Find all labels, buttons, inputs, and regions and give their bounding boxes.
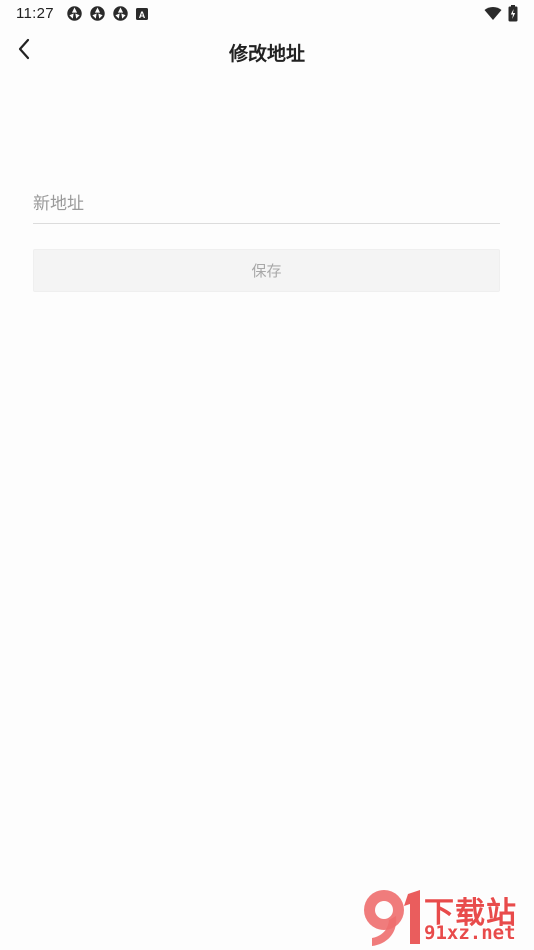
a-box-icon: A	[135, 7, 149, 21]
aperture-icon	[112, 5, 129, 22]
screen: 11:27 A 修改地址 新地址 保存 下载站 91xz.net	[0, 0, 534, 950]
battery-charging-icon	[508, 5, 518, 26]
wifi-icon	[484, 6, 502, 25]
status-bar: 11:27 A	[0, 0, 534, 28]
watermark-logo: 下载站 91xz.net	[358, 886, 530, 948]
a-box-letter: A	[139, 10, 146, 20]
watermark-url: 91xz.net	[424, 922, 516, 944]
save-button[interactable]: 保存	[33, 249, 500, 292]
aperture-icon	[66, 5, 83, 22]
new-address-input[interactable]	[33, 184, 500, 224]
nav-bar: 修改地址	[0, 28, 534, 74]
system-icons	[484, 5, 518, 26]
notification-icons: A	[66, 5, 149, 22]
watermark-91-logo	[364, 890, 420, 946]
status-time: 11:27	[16, 5, 54, 22]
page-title: 修改地址	[228, 43, 305, 65]
aperture-icon	[89, 5, 106, 22]
